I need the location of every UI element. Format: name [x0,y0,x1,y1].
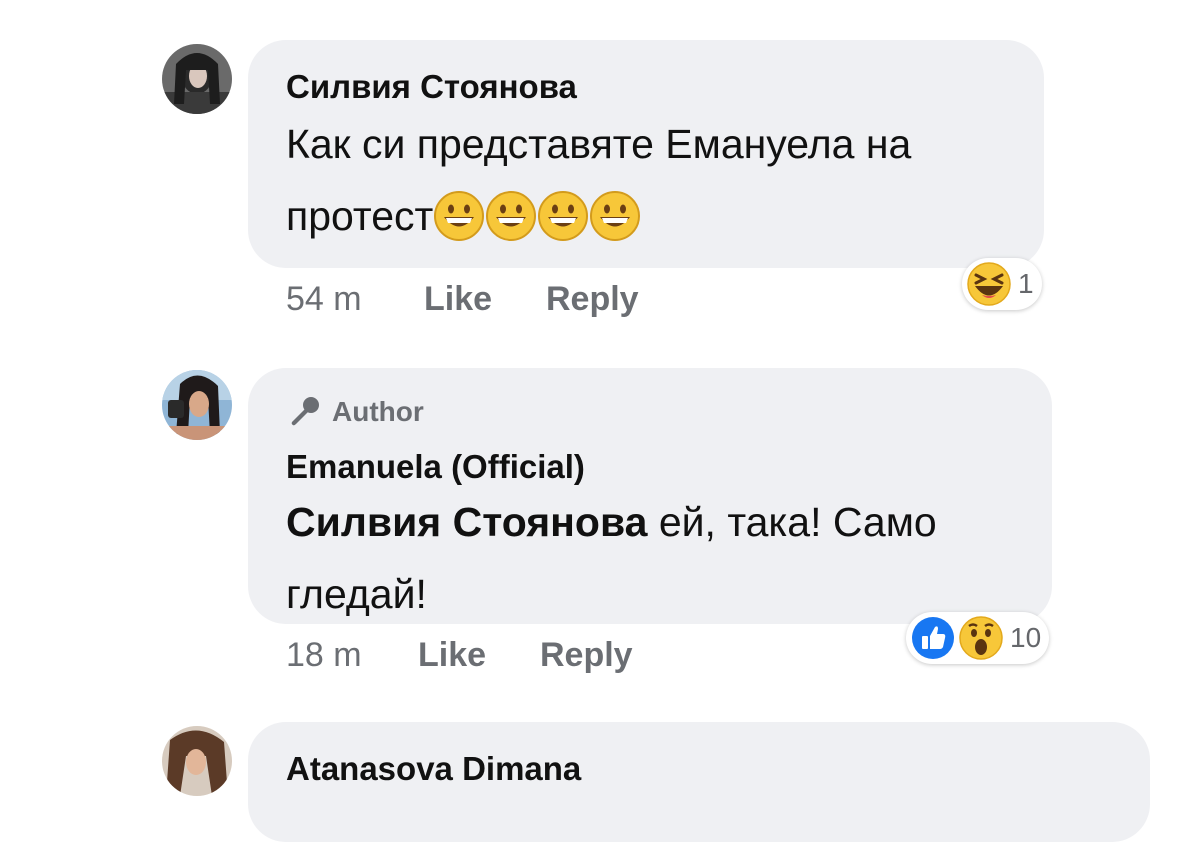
microphone-icon [291,397,319,426]
comment-text: Силвия Стоянова ей, така! Само гледай! [286,486,1026,630]
like-button[interactable]: Like [418,636,486,675]
comment-author[interactable]: Atanasova Dimana [286,750,581,788]
grinning-face-emoji [433,190,485,242]
comment-text: Как си представяте Емануела на протест [286,108,1026,252]
grinning-face-emoji [537,190,589,242]
avatar[interactable] [162,726,232,796]
comment-timestamp[interactable]: 54 m [286,280,362,319]
laughing-face-icon [966,261,1012,307]
comment-author[interactable]: Силвия Стоянова [286,68,577,106]
reply-button[interactable]: Reply [546,280,639,319]
wow-face-icon [958,615,1004,661]
author-badge-label: Author [332,396,424,427]
mention-link[interactable]: Силвия Стоянова [286,499,647,545]
comment-author[interactable]: Emanuela (Official) [286,448,585,486]
avatar[interactable] [162,370,232,440]
grinning-face-emoji [589,190,641,242]
reaction-summary[interactable]: 1 [962,258,1042,310]
author-badge: Author [286,394,424,430]
grinning-face-emoji [485,190,537,242]
like-button[interactable]: Like [424,280,492,319]
reply-button[interactable]: Reply [540,636,633,675]
like-icon [910,615,956,661]
reaction-summary[interactable]: 10 [906,612,1050,664]
avatar[interactable] [162,44,232,114]
reaction-count: 1 [1018,268,1034,299]
reaction-count: 10 [1010,622,1042,653]
comment-timestamp[interactable]: 18 m [286,636,362,675]
